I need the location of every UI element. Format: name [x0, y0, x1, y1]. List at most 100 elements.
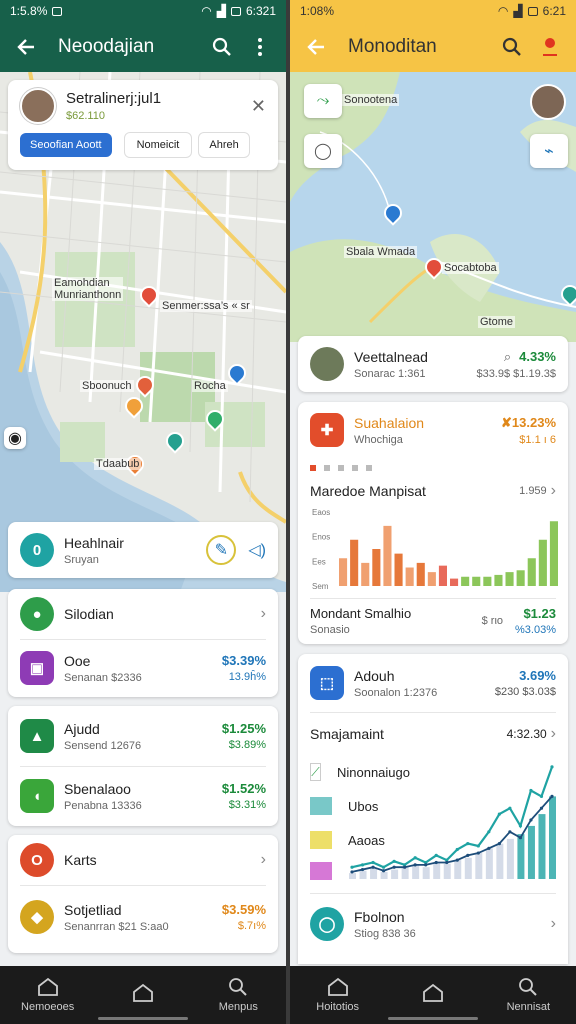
route-button[interactable]: ⤳ — [304, 84, 342, 118]
bar — [454, 860, 462, 879]
nav-home-center[interactable] — [103, 983, 183, 1007]
search-icon — [519, 978, 538, 996]
list-item-sub: Senanan $2336 — [64, 671, 142, 684]
list-item-title: Fbolnon — [354, 908, 405, 925]
data-point — [392, 859, 396, 863]
wifi-icon: ◠ — [497, 4, 509, 18]
color-dots — [298, 458, 568, 476]
list-item-icon: ▲ — [20, 719, 54, 753]
list-item-title: Sotjetliad — [64, 901, 122, 918]
data-point — [413, 863, 417, 867]
chart-card-sub: Whochiga — [354, 433, 403, 446]
city-map[interactable]: Eamohdian Munrianthonn Senmer:ssa’s « sr… — [0, 72, 286, 592]
list-item-icon: O — [20, 843, 54, 877]
bar — [422, 867, 430, 879]
list-item-icon: ● — [20, 597, 54, 631]
bar — [380, 871, 388, 879]
bar — [350, 539, 359, 586]
map-label: Senmer:ssa’s « sr — [160, 300, 252, 312]
list-item[interactable]: ● Silodian › — [8, 589, 278, 639]
map-label: Gtome — [478, 316, 516, 328]
data-point — [518, 836, 523, 840]
map-label: Rocha — [192, 380, 228, 392]
data-point — [350, 865, 354, 869]
list-item-icon: ◆ — [20, 900, 54, 934]
search-icon[interactable] — [208, 33, 236, 61]
chip-primary[interactable]: Seoofian Aoott — [20, 133, 112, 157]
coastal-map[interactable]: Sonootena Sbala Wmada Socabtoba Gtome ⤳ … — [290, 72, 576, 342]
list-item[interactable]: ▣ Ooe Senanan $2336 $3.39% 13.9ĥ% — [8, 640, 278, 696]
wifi-icon: ◠ — [201, 4, 212, 18]
camera-button[interactable]: ⌁ — [530, 134, 568, 168]
chart-card-change: ✘13.23% — [501, 414, 556, 430]
list-item[interactable]: ▲ Ajudd Sensend 12676 $1.25% $3.89% — [8, 706, 278, 766]
bar — [450, 578, 459, 586]
bar — [361, 562, 370, 586]
account-value: 3.69% — [519, 668, 556, 683]
account-icon[interactable] — [536, 33, 564, 61]
chevron-right-icon: › — [260, 851, 266, 868]
avatar[interactable] — [530, 84, 566, 120]
list-item-value: $3.59% — [221, 902, 266, 917]
widget-card[interactable]: 0 Heahlnair Sruyan ✎ ◁) — [8, 522, 278, 578]
location-button[interactable]: ◯ — [304, 134, 342, 168]
data-point — [360, 867, 365, 872]
chart-footer-v3: %3.03% — [515, 624, 556, 636]
list-item[interactable]: ◆ Sotjetliad Senanrran $21 S:aa0 $3.59% $… — [8, 886, 278, 948]
more-vert-icon[interactable] — [246, 33, 274, 61]
chevron-right-icon[interactable]: › — [551, 725, 556, 743]
nav-search[interactable]: Menpus — [198, 977, 278, 1013]
chevron-right-icon[interactable]: › — [551, 482, 556, 500]
nav-home[interactable]: Nemoeoes — [8, 977, 88, 1013]
close-icon[interactable]: ✕ — [251, 96, 266, 117]
chip[interactable]: Nomeicit — [123, 132, 193, 158]
volume-icon[interactable]: ◁) — [248, 540, 266, 560]
account-title: Adouh — [354, 667, 395, 684]
list-item[interactable]: ◖ Sbenalaoo Penabna 13336 $1.52% $3.31% — [8, 767, 278, 825]
list-item[interactable]: ◯ Fbolnon Stiog 838 36 › — [298, 894, 568, 954]
map-label: Sonootena — [342, 94, 400, 106]
nav-home[interactable]: Hoitotios — [298, 977, 378, 1013]
chip[interactable]: Ahreh — [198, 132, 250, 158]
page-title: Monoditan — [348, 36, 437, 57]
list-item-change: $3.31% — [228, 799, 266, 811]
back-arrow-icon[interactable] — [12, 33, 40, 61]
data-point — [476, 844, 480, 848]
edit-icon[interactable]: ✎ — [206, 535, 237, 565]
list-item-value: $3.39% — [221, 653, 266, 668]
bar — [433, 862, 441, 879]
layers-button[interactable]: ◉ — [4, 427, 26, 449]
bar — [475, 853, 483, 879]
bar — [517, 834, 525, 879]
place-card[interactable]: Setralinerj:jul1 $62.110 ✕ Seoofian Aoot… — [8, 80, 278, 170]
data-point — [381, 865, 386, 869]
account-row[interactable]: ⬚ Adouh Soonalon 1:2376 3.69% $230 $3.03$ — [298, 654, 568, 712]
chart-footer-v2: $1.23 — [523, 606, 556, 621]
summary-value: 4.33% — [519, 349, 556, 364]
battery-icon — [527, 6, 538, 16]
map-label: Socabtoba — [442, 262, 499, 274]
account-card: ⬚ Adouh Soonalon 1:2376 3.69% $230 $3.03$… — [298, 654, 568, 964]
back-arrow-icon[interactable] — [302, 33, 330, 61]
bar — [359, 870, 367, 879]
list-item[interactable]: O Karts › — [8, 835, 278, 885]
chart-card-title: Suahalaion — [354, 414, 425, 431]
list-item-value: $1.52% — [221, 781, 266, 796]
data-point — [476, 851, 480, 855]
search-icon[interactable] — [498, 33, 526, 61]
gesture-handle — [388, 1017, 478, 1020]
bar — [416, 562, 425, 586]
chart-footer-title: Mondant Smalhio — [310, 606, 412, 621]
summary-card[interactable]: Veettalnead Sonarac 1:361 ⌕ 4.33% $33.9$… — [298, 336, 568, 392]
nav-search[interactable]: Nennisat — [488, 977, 568, 1013]
place-sub: $62.110 — [66, 110, 105, 122]
data-point — [487, 830, 491, 834]
chevron-right-icon: › — [550, 915, 556, 932]
status-battery: 6:321 — [245, 4, 276, 18]
bar — [527, 558, 536, 586]
nav-home-center[interactable] — [393, 983, 473, 1007]
nav-label: Hoitotios — [316, 1001, 360, 1013]
summary-title: Veettalnead — [354, 348, 428, 365]
search-icon[interactable]: ⌕ — [504, 349, 511, 365]
chart-card-change-sub: $1.1 ı 6 — [519, 433, 556, 446]
